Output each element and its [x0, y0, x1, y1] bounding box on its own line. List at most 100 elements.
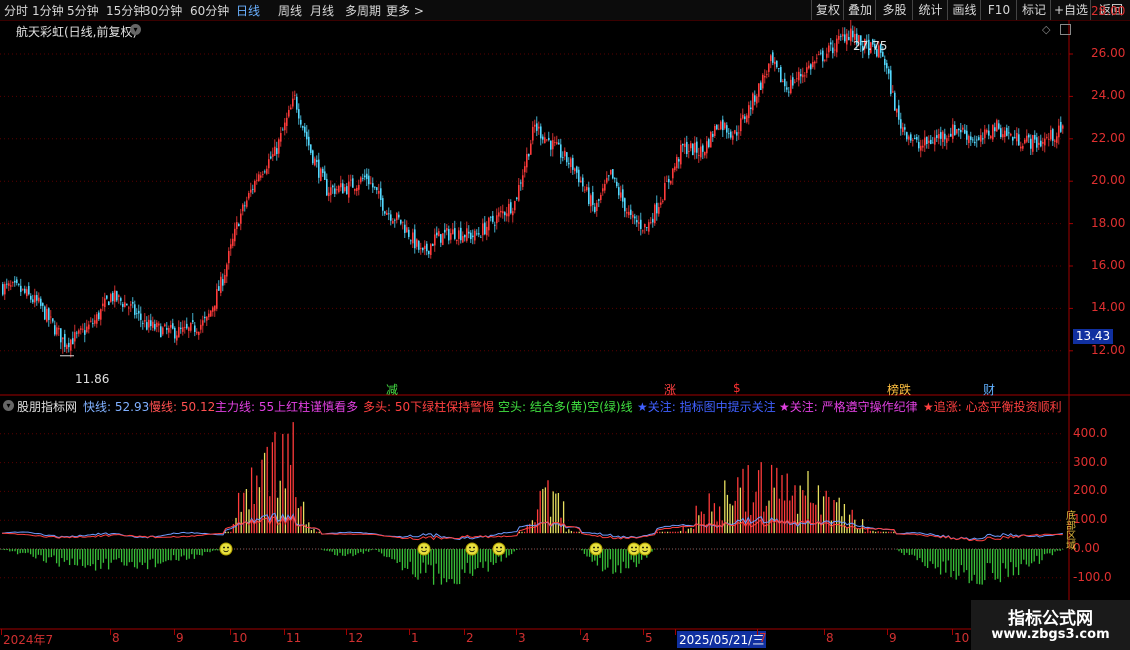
chevron-down-icon[interactable]: ▾: [130, 24, 141, 35]
candle-body: [532, 126, 534, 141]
candle-body: [72, 338, 74, 345]
candle-body: [142, 323, 144, 324]
candle-body: [1026, 135, 1028, 142]
toolbar-button-6[interactable]: 标记: [1016, 0, 1051, 20]
period-tab-9[interactable]: 多周期: [345, 2, 381, 19]
toolbar-button-2[interactable]: 多股: [875, 0, 913, 20]
candle-body: [28, 286, 30, 295]
time-tick: 5: [645, 631, 653, 645]
candle-body: [212, 307, 214, 312]
candle-body: [848, 36, 850, 41]
candle-body: [778, 68, 780, 69]
candle-body: [586, 186, 588, 191]
candle-body: [980, 135, 982, 142]
candle-body: [76, 332, 78, 334]
period-tab-6[interactable]: 日线: [236, 2, 260, 19]
candle-body: [344, 187, 346, 192]
candle-body: [494, 224, 496, 226]
time-tick-mark: [757, 629, 758, 635]
candle-body: [616, 181, 618, 187]
candle-body: [926, 136, 928, 145]
period-tab-5[interactable]: 60分钟: [190, 2, 229, 19]
candle-body: [678, 159, 680, 162]
candle-body: [914, 137, 916, 140]
legend-item: 空头: 结合多(黄)空(绿)线: [498, 400, 633, 414]
smiley-signal-icon: [465, 542, 479, 556]
candle-body: [432, 244, 434, 246]
candle-body: [178, 327, 180, 338]
high-price-label: 27.75: [853, 39, 888, 53]
candle-body: [300, 119, 302, 125]
candle-body: [746, 115, 748, 123]
period-tab-7[interactable]: 周线: [278, 2, 302, 19]
candle-body: [552, 140, 554, 150]
indicator-menu-icon[interactable]: ▾: [3, 400, 14, 411]
candle-body: [836, 38, 838, 53]
candle-body: [928, 140, 930, 143]
candle-body: [342, 183, 344, 194]
candle-body: [316, 160, 318, 162]
candle-body: [172, 323, 174, 329]
toolbar-button-4[interactable]: 画线: [947, 0, 981, 20]
candle-body: [792, 77, 794, 86]
legend-item: 多头: 50下绿柱保持警惕: [363, 400, 495, 414]
candle-body: [440, 234, 442, 243]
candle-body: [682, 144, 684, 146]
period-tab-3[interactable]: 15分钟: [106, 2, 145, 19]
candle-body: [1016, 133, 1018, 142]
candle-body: [658, 206, 660, 214]
candle-body: [1062, 125, 1064, 129]
period-tab-2[interactable]: 5分钟: [67, 2, 99, 19]
period-tab-1[interactable]: 1分钟: [32, 2, 64, 19]
candle-body: [1032, 135, 1034, 152]
toolbar-button-1[interactable]: 叠加: [843, 0, 876, 20]
candle-body: [952, 124, 954, 139]
toolbar-button-5[interactable]: F10: [980, 0, 1017, 20]
candle-body: [350, 179, 352, 181]
time-tick: 9: [176, 631, 184, 645]
period-tab-4[interactable]: 30分钟: [143, 2, 182, 19]
candle-body: [602, 188, 604, 192]
indicator-tick: 100.0: [1073, 512, 1108, 527]
window-toggle-icon[interactable]: [1060, 24, 1071, 35]
candle-body: [622, 189, 624, 202]
candle-body: [710, 131, 712, 148]
candle-body: [1052, 129, 1054, 141]
candle-body: [550, 140, 552, 150]
candle-body: [158, 323, 160, 326]
candle-body: [592, 192, 594, 205]
candle-body: [850, 28, 852, 42]
candle-body: [946, 138, 948, 143]
candle-body: [570, 158, 572, 168]
candle-body: [774, 61, 776, 65]
candle-body: [54, 325, 56, 335]
diamond-icon[interactable]: ◇: [1042, 23, 1050, 36]
candle-body: [168, 327, 170, 333]
candle-body: [332, 185, 334, 188]
candle-body: [628, 211, 630, 216]
toolbar-button-0[interactable]: 复权: [811, 0, 844, 20]
candle-body: [126, 303, 128, 306]
period-tab-8[interactable]: 月线: [310, 2, 334, 19]
candlestick-chart[interactable]: [0, 20, 1130, 396]
candle-body: [110, 294, 112, 302]
candle-body: [66, 344, 68, 350]
toolbar-button-3[interactable]: 统计: [912, 0, 948, 20]
candle-body: [564, 150, 566, 157]
candle-body: [226, 264, 228, 277]
candle-body: [384, 211, 386, 214]
candle-body: [986, 130, 988, 133]
indicator-chart[interactable]: [0, 396, 1130, 630]
period-tab-0[interactable]: 分时: [4, 2, 28, 19]
period-tab-10[interactable]: 更多 >: [386, 2, 424, 19]
candle-body: [68, 342, 70, 348]
candle-body: [16, 279, 18, 283]
candle-body: [280, 133, 282, 142]
candle-body: [672, 168, 674, 179]
candle-body: [474, 230, 476, 241]
candle-body: [108, 301, 110, 306]
candle-body: [238, 224, 240, 227]
candle-body: [382, 198, 384, 211]
candle-body: [248, 193, 250, 199]
toolbar-button-7[interactable]: +自选: [1050, 0, 1091, 20]
